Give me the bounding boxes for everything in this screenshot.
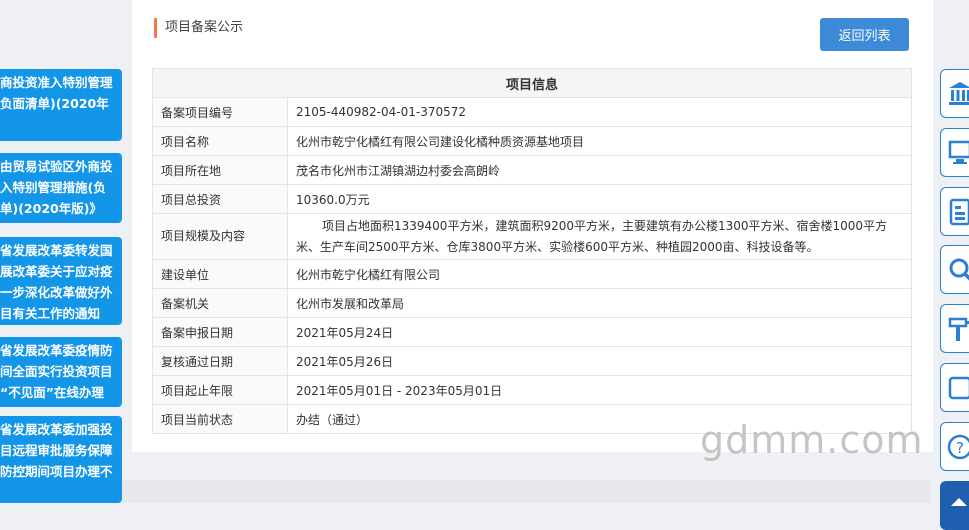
row-label: 项目总投资 xyxy=(152,184,288,214)
row-value: 2021年05月24日 xyxy=(287,317,912,347)
row-label: 项目所在地 xyxy=(152,155,288,185)
main-panel: 项目备案公示 返回列表 项目信息 备案项目编号 2105-440982-04-0… xyxy=(132,0,933,452)
row-value: 2021年05月01日 - 2023年05月01日 xyxy=(287,375,912,405)
notice-line: 省发展改革委转发国 xyxy=(0,243,113,258)
notice-line: 展改革委关于应对疫 xyxy=(0,264,113,279)
notice-card-3[interactable]: 省发展改革委转发国 展改革委关于应对疫 一步深化改革做好外 目有关工作的通知 xyxy=(0,237,122,325)
project-info-table: 项目信息 备案项目编号 2105-440982-04-01-370572 项目名… xyxy=(152,68,912,434)
svg-text:?: ? xyxy=(956,439,964,457)
notice-line: 商投资准入特别管理 xyxy=(0,75,113,90)
notice-line: “不见面”在线办理 xyxy=(0,385,104,400)
table-row: 备案申报日期 2021年05月24日 xyxy=(152,317,912,347)
table-header-row: 项目信息 xyxy=(152,68,912,98)
notice-card-4[interactable]: 省发展改革委疫情防 间全面实行投资项目 “不见面”在线办理 xyxy=(0,337,122,407)
table-row: 建设单位 化州市乾宁化橘红有限公司 xyxy=(152,259,912,289)
back-to-list-button[interactable]: 返回列表 xyxy=(820,18,909,51)
notice-line: 目有关工作的通知 xyxy=(0,306,101,321)
row-value: 化州市发展和改革局 xyxy=(287,288,912,318)
notice-line: 防控期间项目办理不 xyxy=(0,464,113,479)
table-row: 项目规模及内容 项目占地面积1339400平方米，建筑面积9200平方米，主要建… xyxy=(152,213,912,260)
document-icon[interactable] xyxy=(940,187,969,236)
row-value: 10360.0万元 xyxy=(287,184,912,214)
row-value: 化州市乾宁化橘红有限公司建设化橘种质资源基地项目 xyxy=(287,126,912,156)
row-label: 复核通过日期 xyxy=(152,346,288,376)
notice-line: 省发展改革委加强投 xyxy=(0,422,113,437)
notice-line: 由贸易试验区外商投 xyxy=(0,159,113,174)
section-title: 项目备案公示 xyxy=(154,18,243,38)
row-label: 项目起止年限 xyxy=(152,375,288,405)
row-label: 备案机关 xyxy=(152,288,288,318)
notice-line: 入特别管理措施(负 xyxy=(0,180,106,195)
row-label: 项目当前状态 xyxy=(152,404,288,434)
right-shortcut-column: ? xyxy=(940,0,969,530)
table-row: 项目起止年限 2021年05月01日 - 2023年05月01日 xyxy=(152,375,912,405)
row-value: 2021年05月26日 xyxy=(287,346,912,376)
bank-icon[interactable] xyxy=(940,69,969,118)
row-value: 茂名市化州市江湖镇湖边村委会高朗岭 xyxy=(287,155,912,185)
notice-card-2[interactable]: 由贸易试验区外商投 入特别管理措施(负 单)(2020年版)》 xyxy=(0,153,122,223)
row-label: 建设单位 xyxy=(152,259,288,289)
notice-line: 间全面实行投资项目 xyxy=(0,364,113,379)
table-row: 备案机关 化州市发展和改革局 xyxy=(152,288,912,318)
table-row: 项目总投资 10360.0万元 xyxy=(152,184,912,214)
scale-text: 项目占地面积1339400平方米，建筑面积9200平方米，主要建筑有办公楼130… xyxy=(296,218,888,254)
row-label: 项目名称 xyxy=(152,126,288,156)
notice-card-1[interactable]: 商投资准入特别管理 负面清单)(2020年 xyxy=(0,69,122,141)
table-row: 项目名称 化州市乾宁化橘红有限公司建设化橘种质资源基地项目 xyxy=(152,126,912,156)
notice-line: 负面清单)(2020年 xyxy=(0,96,109,111)
search-icon[interactable] xyxy=(940,245,969,294)
row-label: 备案申报日期 xyxy=(152,317,288,347)
bottom-band xyxy=(122,480,931,503)
notice-line: 省发展改革委疫情防 xyxy=(0,343,113,358)
row-value: 化州市乾宁化橘红有限公司 xyxy=(287,259,912,289)
table-row: 复核通过日期 2021年05月26日 xyxy=(152,346,912,376)
row-label: 备案项目编号 xyxy=(152,97,288,127)
help-icon[interactable]: ? xyxy=(940,422,969,471)
table-row: 备案项目编号 2105-440982-04-01-370572 xyxy=(152,97,912,127)
folder-icon[interactable] xyxy=(940,363,969,412)
watermark: gdmm.com xyxy=(700,418,924,462)
brand-icon[interactable] xyxy=(940,481,969,530)
notice-line: 目远程审批服务保障 xyxy=(0,443,113,458)
table-header: 项目信息 xyxy=(152,68,912,98)
row-value-scale: 项目占地面积1339400平方米，建筑面积9200平方米，主要建筑有办公楼130… xyxy=(287,213,912,260)
table-row: 项目所在地 茂名市化州市江湖镇湖边村委会高朗岭 xyxy=(152,155,912,185)
row-value: 2105-440982-04-01-370572 xyxy=(287,97,912,127)
notice-line: 单)(2020年版)》 xyxy=(0,201,102,216)
notice-line: 一步深化改革做好外 xyxy=(0,285,113,300)
notice-card-5[interactable]: 省发展改革委加强投 目远程审批服务保障 防控期间项目办理不 xyxy=(0,416,122,503)
tools-icon[interactable] xyxy=(940,304,969,353)
monitor-icon[interactable] xyxy=(940,128,969,177)
row-label: 项目规模及内容 xyxy=(152,213,288,260)
